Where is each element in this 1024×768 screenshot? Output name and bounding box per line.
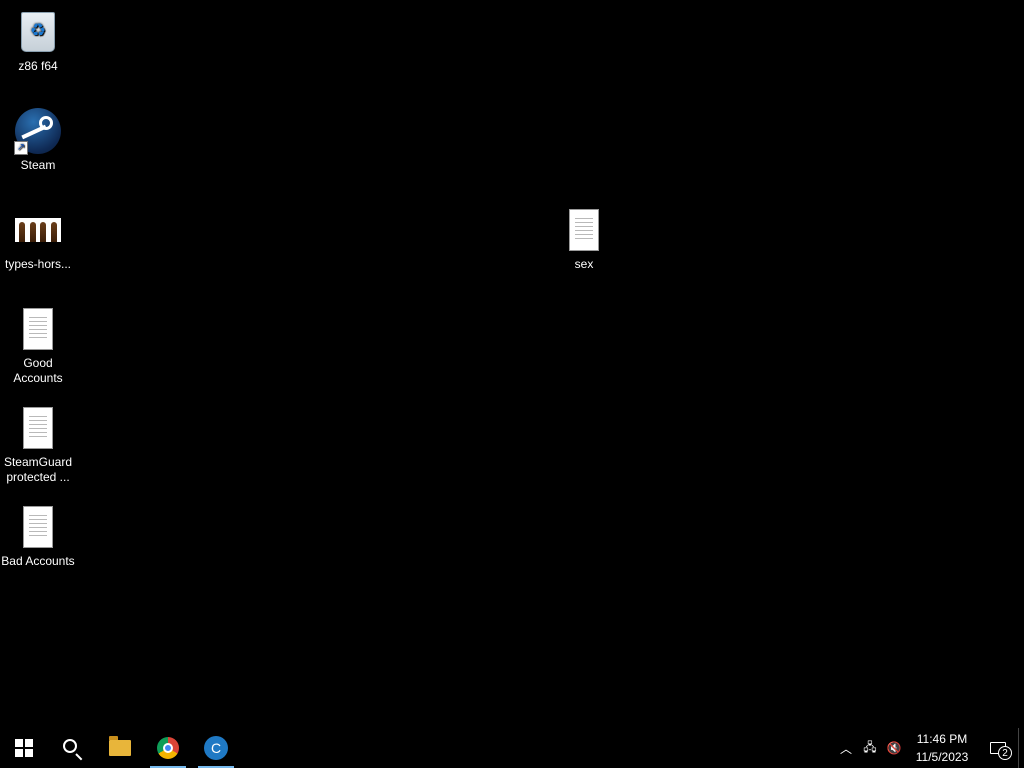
desktop-icon-label: sex — [574, 257, 594, 271]
chrome-icon — [157, 737, 179, 759]
windows-logo-icon — [15, 739, 33, 757]
shortcut-arrow-icon: ↗ — [14, 141, 28, 155]
network-icon[interactable]: 🖧 — [858, 728, 882, 768]
search-button[interactable] — [48, 728, 96, 768]
search-icon — [63, 739, 77, 753]
action-center-button[interactable]: 2 — [978, 728, 1018, 768]
chrome-button[interactable] — [144, 728, 192, 768]
desktop-icon-label: SteamGuard protected ... — [3, 455, 73, 484]
desktop-icon-label: Bad Accounts — [1, 554, 75, 568]
file-explorer-button[interactable] — [96, 728, 144, 768]
image-thumbnail-icon — [15, 218, 61, 242]
desktop-icon-steam[interactable]: ↗ Steam — [0, 107, 76, 173]
recycle-bin-icon: ♻ — [21, 12, 55, 52]
notification-count-badge: 2 — [998, 746, 1012, 760]
ccleaner-button[interactable]: C — [192, 728, 240, 768]
text-document-icon — [569, 209, 599, 251]
text-document-icon — [23, 407, 53, 449]
text-document-icon — [23, 506, 53, 548]
ccleaner-icon: C — [204, 736, 228, 760]
desktop-icon-types-horses[interactable]: types-hors... — [0, 206, 76, 272]
chevron-up-icon[interactable]: ︿ — [834, 728, 858, 768]
desktop-icon-steamguard-protected[interactable]: SteamGuard protected ... — [0, 404, 76, 485]
desktop-icon-sex[interactable]: sex — [546, 206, 622, 272]
volume-muted-icon[interactable]: 🔇 — [882, 728, 906, 768]
folder-icon — [109, 736, 131, 756]
desktop[interactable]: ♻ z86 f64 ↗ Steam types-hors... Good Acc… — [0, 0, 1024, 728]
desktop-icon-bad-accounts[interactable]: Bad Accounts — [0, 503, 76, 569]
clock[interactable]: 11:46 PM 11/5/2023 — [906, 730, 978, 766]
start-button[interactable] — [0, 728, 48, 768]
system-tray: ︿ 🖧 🔇 11:46 PM 11/5/2023 2 — [834, 728, 1024, 768]
desktop-icon-recycle-bin[interactable]: ♻ z86 f64 — [0, 8, 76, 74]
clock-time: 11:46 PM — [916, 732, 968, 746]
text-document-icon — [23, 308, 53, 350]
desktop-icon-label: types-hors... — [4, 257, 72, 271]
taskbar: C ︿ 🖧 🔇 11:46 PM 11/5/2023 2 — [0, 728, 1024, 768]
show-desktop-button[interactable] — [1018, 728, 1024, 768]
desktop-icon-good-accounts[interactable]: Good Accounts — [0, 305, 76, 386]
clock-date: 11/5/2023 — [915, 750, 969, 764]
desktop-icon-label: z86 f64 — [18, 59, 58, 73]
desktop-icon-label: Steam — [20, 158, 56, 172]
desktop-icon-label: Good Accounts — [13, 356, 63, 385]
